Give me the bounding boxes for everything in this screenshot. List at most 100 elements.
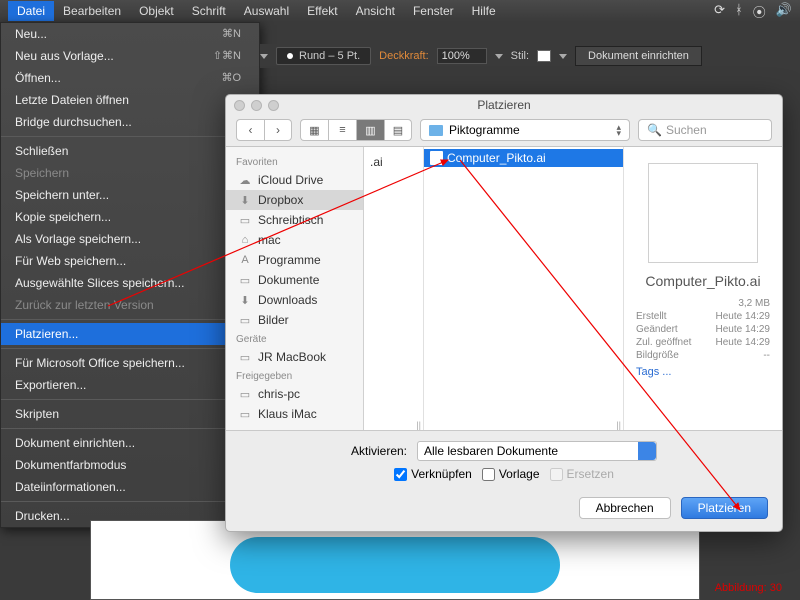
replace-checkbox[interactable]: Ersetzen	[550, 467, 614, 481]
tags-link[interactable]: Tags ...	[636, 366, 770, 378]
menu-item[interactable]: Speichern unter...	[1, 184, 259, 206]
column-resize-icon[interactable]: ||	[616, 420, 621, 430]
view-coverflow-icon[interactable]: ▤	[384, 119, 412, 141]
menu-item[interactable]: Exportieren...	[1, 374, 259, 396]
menu-item[interactable]: Platzieren...	[1, 323, 259, 345]
place-button[interactable]: Platzieren	[681, 497, 768, 519]
menu-item: Speichern	[1, 162, 259, 184]
folder-icon	[429, 125, 443, 136]
zoom-icon[interactable]	[268, 100, 279, 111]
preview-thumbnail	[648, 163, 758, 263]
sidebar-item-icon: ▭	[238, 388, 252, 400]
dialog-options: Aktivieren: Alle lesbaren Dokumente Verk…	[226, 430, 782, 493]
menu-item[interactable]: Als Vorlage speichern...	[1, 228, 259, 250]
menu-fenster[interactable]: Fenster	[404, 1, 463, 21]
dropdown-icon[interactable]	[559, 54, 567, 59]
menu-item[interactable]: Letzte Dateien öffnen▶	[1, 89, 259, 111]
dialog-titlebar: Platzieren	[226, 95, 782, 115]
menu-datei[interactable]: Datei	[8, 1, 54, 21]
menu-item[interactable]: Skripten	[1, 403, 259, 425]
figure-caption: Abbildung: 30	[715, 582, 782, 594]
preview-filename: Computer_Pikto.ai	[636, 273, 770, 289]
menu-item[interactable]: Für Microsoft Office speichern...	[1, 352, 259, 374]
menu-item[interactable]: Bridge durchsuchen...	[1, 111, 259, 133]
close-icon[interactable]	[234, 100, 245, 111]
sidebar-item-icon: ▭	[238, 214, 252, 226]
link-checkbox[interactable]: Verknüpfen	[394, 467, 472, 481]
menu-item[interactable]: Neu aus Vorlage...⇧⌘N	[1, 45, 259, 67]
dialog-toolbar: ‹ › ▦ ≡ ▥ ▤ Piktogramme ▴▾ 🔍Suchen	[226, 115, 782, 147]
minimize-icon[interactable]	[251, 100, 262, 111]
view-list-icon[interactable]: ≡	[328, 119, 356, 141]
menu-schrift[interactable]: Schrift	[183, 1, 235, 21]
wifi-icon: ⦿	[753, 2, 766, 21]
traffic-lights	[234, 100, 279, 111]
sidebar-item[interactable]: ▭chris-pc	[226, 384, 363, 404]
sidebar-item-icon: ⬇	[238, 194, 252, 206]
dropdown-icon[interactable]	[260, 54, 268, 59]
menu-item[interactable]: Schließen	[1, 140, 259, 162]
menu-item[interactable]: Dokumentfarbmodus	[1, 454, 259, 476]
menu-item[interactable]: Für Web speichern...	[1, 250, 259, 272]
menu-auswahl[interactable]: Auswahl	[235, 1, 298, 21]
template-checkbox[interactable]: Vorlage	[482, 467, 540, 481]
column-2[interactable]: Computer_Pikto.ai ||	[424, 147, 624, 430]
document-setup-button[interactable]: Dokument einrichten	[575, 46, 702, 66]
cancel-button[interactable]: Abbrechen	[579, 497, 671, 519]
sidebar-item[interactable]: ▭Dokumente	[226, 270, 363, 290]
stroke-preset[interactable]: Rund – 5 Pt.	[276, 47, 371, 65]
sidebar-item[interactable]: ▭Schreibtisch	[226, 210, 363, 230]
column-1[interactable]: .ai ||	[364, 147, 424, 430]
menu-item[interactable]: Neu...⌘N	[1, 23, 259, 45]
style-label: Stil:	[511, 50, 529, 62]
illustrator-toolbar: Rund – 5 Pt. Deckkraft: Stil: Dokument e…	[260, 44, 792, 68]
preview-pane: Computer_Pikto.ai 3,2 MB ErstelltHeute 1…	[624, 147, 782, 430]
menu-item[interactable]: Ausgewählte Slices speichern...	[1, 272, 259, 294]
forward-button[interactable]: ›	[264, 119, 292, 141]
column-resize-icon[interactable]: ||	[416, 420, 421, 430]
view-icon-grid[interactable]: ▦	[300, 119, 328, 141]
dropdown-icon[interactable]	[495, 54, 503, 59]
sidebar-item[interactable]: AProgramme	[226, 250, 363, 270]
sidebar-item[interactable]: ▭Klaus iMac	[226, 404, 363, 424]
sidebar-item[interactable]: ▭Bilder	[226, 310, 363, 330]
back-button[interactable]: ‹	[236, 119, 264, 141]
sidebar-item[interactable]: ⬇Dropbox	[226, 190, 363, 210]
sidebar-item-icon: ⬇	[238, 294, 252, 306]
sidebar-item-icon: ▭	[238, 274, 252, 286]
folder-popup[interactable]: Piktogramme ▴▾	[420, 119, 630, 141]
menu-item[interactable]: Dokument einrichten...	[1, 432, 259, 454]
sidebar-heading: Geräte	[226, 330, 363, 347]
menu-objekt[interactable]: Objekt	[130, 1, 183, 21]
sidebar-item-icon: ☁	[238, 174, 252, 186]
opacity-label: Deckkraft:	[379, 50, 429, 62]
menu-item[interactable]: Kopie speichern...	[1, 206, 259, 228]
search-icon: 🔍	[647, 123, 662, 137]
menu-item[interactable]: Öffnen...⌘O	[1, 67, 259, 89]
sidebar-item-icon: ▭	[238, 408, 252, 420]
menu-bearbeiten[interactable]: Bearbeiten	[54, 1, 130, 21]
sidebar-item-icon: ⌂	[238, 234, 252, 246]
view-mode-segment: ▦ ≡ ▥ ▤	[300, 119, 412, 141]
file-entry-selected[interactable]: Computer_Pikto.ai	[424, 149, 623, 167]
view-columns-icon[interactable]: ▥	[356, 119, 384, 141]
format-popup[interactable]: Alle lesbaren Dokumente	[417, 441, 657, 461]
sidebar-item[interactable]: ▭JR MacBook	[226, 347, 363, 367]
opacity-input[interactable]	[437, 48, 487, 64]
menu-effekt[interactable]: Effekt	[298, 1, 346, 21]
place-dialog: Platzieren ‹ › ▦ ≡ ▥ ▤ Piktogramme ▴▾ 🔍S…	[225, 94, 783, 532]
menu-item[interactable]: Dateiinformationen...	[1, 476, 259, 498]
search-input[interactable]: 🔍Suchen	[638, 119, 772, 141]
dialog-title: Platzieren	[477, 98, 530, 112]
sidebar-item-icon: ▭	[238, 351, 252, 363]
column-browser: .ai || Computer_Pikto.ai || Computer_Pik…	[364, 147, 782, 430]
menu-hilfe[interactable]: Hilfe	[463, 1, 505, 21]
sidebar-item[interactable]: ☁iCloud Drive	[226, 170, 363, 190]
volume-icon: 🔊	[776, 2, 792, 21]
menubar-status-icons: ⟳ ᚼ ⦿ 🔊	[714, 2, 792, 21]
style-swatch[interactable]	[537, 50, 551, 62]
sidebar-item-icon: A	[238, 254, 252, 266]
sidebar-item[interactable]: ⌂mac	[226, 230, 363, 250]
menu-ansicht[interactable]: Ansicht	[347, 1, 404, 21]
sidebar-item[interactable]: ⬇Downloads	[226, 290, 363, 310]
